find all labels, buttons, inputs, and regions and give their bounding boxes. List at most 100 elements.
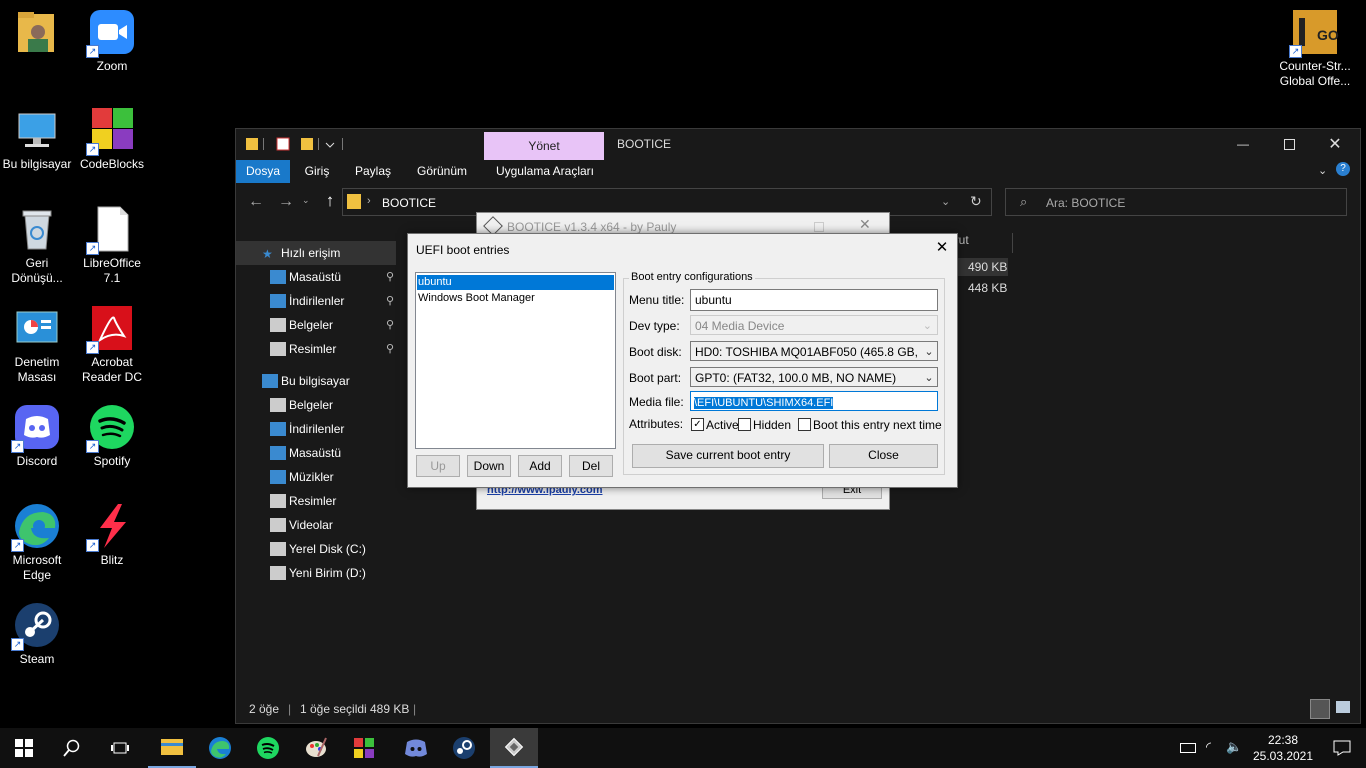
desktop-icon-csgo[interactable]: GO ↗ Counter-Str... Global Offe... — [1276, 8, 1354, 89]
media-file-field[interactable]: \EFI\UBUNTU\SHIMX64.EFI — [690, 391, 938, 411]
nav-item[interactable]: Bu bilgisayar — [236, 369, 396, 393]
taskbar-bootice[interactable] — [490, 728, 538, 768]
documents-icon — [270, 398, 286, 412]
desktop-icon-codeblocks[interactable]: ↗ CodeBlocks — [75, 106, 149, 172]
nav-item[interactable]: Resimler ⚲ — [236, 337, 396, 361]
tab-label: Giriş — [304, 164, 330, 178]
address-dropdown-icon[interactable]: ⌄ — [941, 195, 950, 208]
save-boot-entry-button[interactable]: Save current boot entry — [632, 444, 824, 468]
taskbar-codeblocks[interactable] — [340, 728, 388, 768]
libreoffice-icon: ↗ — [86, 205, 136, 255]
down-button[interactable]: Down — [467, 455, 511, 477]
bootice-close-icon[interactable]: ✕ — [859, 216, 871, 233]
desktop-icon-label — [8, 59, 68, 71]
nav-item[interactable]: İndirilenler ⚲ — [236, 289, 396, 313]
desktop-icon-edge[interactable]: ↗ Microsoft Edge — [0, 502, 74, 583]
tab-label: Görünüm — [416, 164, 468, 178]
blitz-icon: ↗ — [86, 502, 136, 552]
nav-item-label: Yeni Birim (D:) — [289, 566, 366, 580]
nav-item[interactable]: Müzikler — [236, 465, 396, 489]
nav-item[interactable]: ★ Hızlı erişim — [236, 241, 396, 265]
active-checkbox[interactable]: ✓ — [691, 418, 704, 431]
taskbar-spotify[interactable] — [244, 728, 292, 768]
csgo-icon: GO ↗ — [1289, 8, 1339, 58]
desktop-icon-blitz[interactable]: ↗ Blitz — [75, 502, 149, 568]
delete-button[interactable]: Del — [569, 455, 613, 477]
search-box[interactable]: ⌕ Ara: BOOTICE — [1005, 188, 1347, 216]
desktop-icon-zoom[interactable]: ↗ Zoom — [75, 8, 149, 74]
tab-app-tools[interactable]: Uygulama Araçları — [486, 160, 604, 183]
task-view-icon — [111, 742, 129, 754]
taskbar-steam[interactable] — [440, 728, 488, 768]
tab-file[interactable]: Dosya — [236, 160, 290, 183]
search-icon — [63, 739, 80, 757]
large-icons-view-icon[interactable] — [1336, 701, 1350, 713]
desktop-icon-control-panel[interactable]: Denetim Masası — [0, 304, 74, 385]
folder-icon[interactable] — [244, 136, 344, 152]
nav-item[interactable]: Videolar — [236, 513, 396, 537]
refresh-icon[interactable]: ↻ — [970, 193, 982, 210]
tab-view[interactable]: Görünüm — [404, 160, 480, 183]
taskbar-paint[interactable] — [292, 728, 340, 768]
clock[interactable]: 22:38 25.03.2021 — [1250, 732, 1316, 764]
boot-entries-list[interactable]: ubuntu Windows Boot Manager — [415, 272, 616, 449]
search-placeholder: Ara: BOOTICE — [1046, 196, 1126, 210]
desktop-icon-spotify[interactable]: ↗ Spotify — [75, 403, 149, 469]
bootice-maximize-icon[interactable] — [814, 222, 824, 232]
list-item-selected[interactable]: ubuntu — [417, 275, 614, 290]
ribbon-expand-icon[interactable]: ⌄ — [1318, 164, 1327, 177]
volume-icon[interactable]: 🔈 — [1226, 739, 1242, 755]
desktop-icon-acrobat[interactable]: ↗ Acrobat Reader DC — [75, 304, 149, 385]
help-icon[interactable]: ? — [1336, 162, 1350, 176]
up-button[interactable]: Up — [416, 455, 460, 477]
tab-home[interactable]: Giriş — [292, 160, 342, 183]
taskbar-file-explorer[interactable] — [148, 728, 196, 768]
battery-icon[interactable] — [1180, 743, 1196, 753]
search-button[interactable] — [48, 728, 96, 768]
dev-type-select[interactable]: 04 Media Device ⌄ — [690, 315, 938, 335]
up-button[interactable]: ↑ — [320, 191, 340, 213]
nav-item[interactable]: Belgeler ⚲ — [236, 313, 396, 337]
back-button[interactable]: ← — [244, 193, 268, 215]
nav-item[interactable]: Masaüstü — [236, 441, 396, 465]
details-view-icon[interactable] — [1310, 699, 1330, 719]
task-view-button[interactable] — [96, 728, 144, 768]
recent-locations-icon[interactable]: ⌄ — [302, 195, 310, 206]
nav-item[interactable]: Resimler — [236, 489, 396, 513]
nav-item[interactable]: Belgeler — [236, 393, 396, 417]
hidden-checkbox[interactable] — [738, 418, 751, 431]
desktop-icon-user-folder[interactable] — [1, 8, 75, 71]
taskbar-discord[interactable] — [392, 728, 440, 768]
boot-next-time-checkbox[interactable] — [798, 418, 811, 431]
status-selected: 1 öğe seçildi — [300, 702, 367, 716]
nav-item[interactable]: Masaüstü ⚲ — [236, 265, 396, 289]
close-button[interactable]: Close — [829, 444, 938, 468]
desktop-icon-label: Acrobat Reader DC — [81, 355, 143, 384]
nav-item[interactable]: İndirilenler — [236, 417, 396, 441]
forward-button[interactable]: → — [274, 193, 298, 215]
boot-part-select[interactable]: GPT0: (FAT32, 100.0 MB, NO NAME) ⌄ — [690, 367, 938, 387]
desktop-icon-steam[interactable]: ↗ Steam — [0, 601, 74, 667]
nav-item[interactable]: Yerel Disk (C:) — [236, 537, 396, 561]
maximize-button[interactable] — [1266, 129, 1312, 160]
breadcrumb[interactable]: BOOTICE — [382, 196, 436, 210]
start-button[interactable] — [0, 728, 48, 768]
context-tab-manage[interactable]: Yönet — [484, 132, 604, 160]
boot-disk-select[interactable]: HD0: TOSHIBA MQ01ABF050 (465.8 GB, C: D:… — [690, 341, 938, 361]
desktop-icon-libreoffice[interactable]: ↗ LibreOffice 7.1 — [75, 205, 149, 286]
taskbar-edge[interactable] — [196, 728, 244, 768]
wifi-icon[interactable]: ◜ — [1206, 739, 1211, 755]
notifications-button[interactable] — [1318, 728, 1366, 768]
close-button[interactable]: ✕ — [1312, 129, 1358, 160]
recycle-bin-icon — [13, 205, 61, 253]
desktop-icon-recycle-bin[interactable]: Geri Dönüşü... — [0, 205, 74, 286]
nav-item[interactable]: Yeni Birim (D:) — [236, 561, 396, 585]
add-button[interactable]: Add — [518, 455, 562, 477]
menu-title-field[interactable]: ubuntu — [690, 289, 938, 311]
dialog-close-button[interactable]: ✕ — [930, 238, 954, 260]
desktop-icon-this-pc[interactable]: Bu bilgisayar — [0, 106, 74, 172]
list-item[interactable]: Windows Boot Manager — [417, 291, 614, 306]
minimize-button[interactable]: — — [1220, 129, 1266, 160]
desktop-icon-discord[interactable]: ↗ Discord — [0, 403, 74, 469]
tab-share[interactable]: Paylaş — [344, 160, 402, 183]
